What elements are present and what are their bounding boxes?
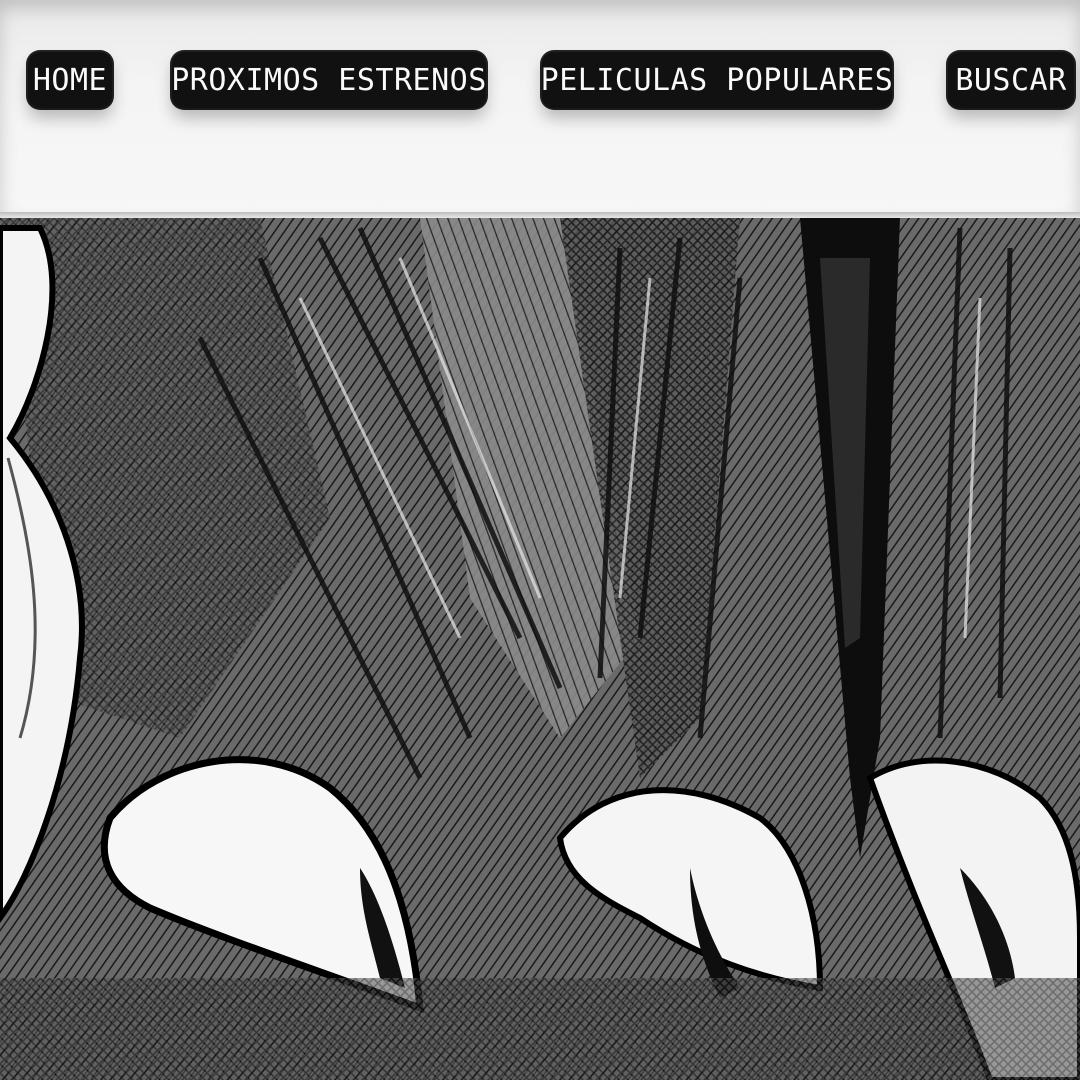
- hero-illustration: [0, 218, 1080, 1080]
- top-navigation-bar: HOME PROXIMOS ESTRENOS PELICULAS POPULAR…: [0, 0, 1080, 215]
- nav-peliculas-populares-button[interactable]: PELICULAS POPULARES: [541, 52, 893, 108]
- nav-proximos-estrenos-button[interactable]: PROXIMOS ESTRENOS: [171, 52, 486, 108]
- nav-home-button[interactable]: HOME: [28, 52, 112, 108]
- page: HOME PROXIMOS ESTRENOS PELICULAS POPULAR…: [0, 0, 1080, 1080]
- nav-buscar-button[interactable]: BUSCAR: [948, 52, 1074, 108]
- hero-artwork: [0, 218, 1080, 1080]
